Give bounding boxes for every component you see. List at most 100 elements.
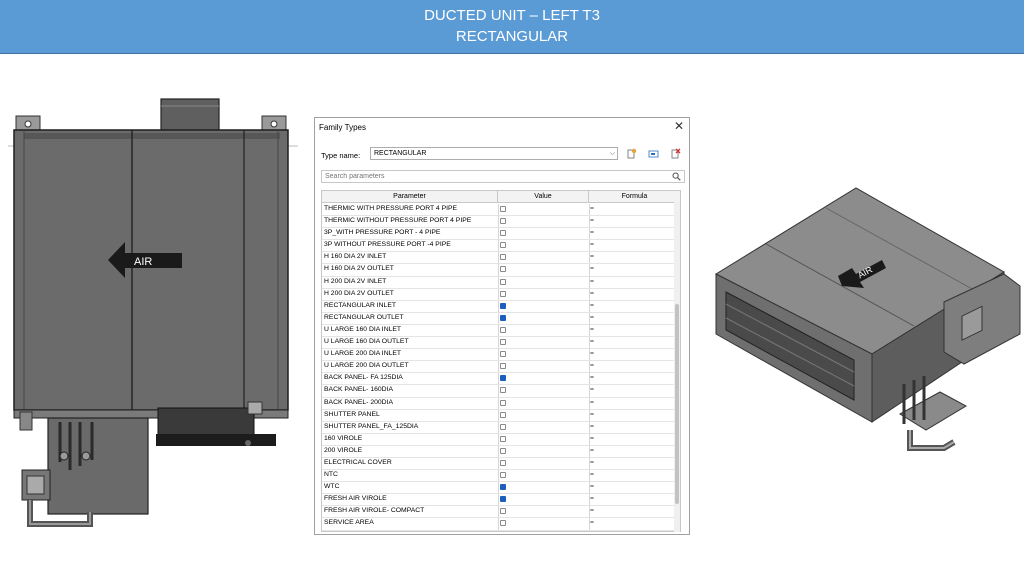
parameter-checkbox[interactable] xyxy=(500,411,506,418)
table-row[interactable]: ELECTRICAL COVER = xyxy=(322,458,674,471)
parameter-checkbox[interactable] xyxy=(500,447,506,454)
parameter-checkbox[interactable] xyxy=(500,472,506,479)
parameter-checkbox[interactable] xyxy=(500,363,506,370)
table-row[interactable]: FRESH AIR VIROLE- COMPACT = xyxy=(322,506,674,519)
parameter-checkbox[interactable] xyxy=(500,230,506,237)
formula-cell[interactable]: = xyxy=(590,411,594,418)
formula-cell[interactable]: = xyxy=(590,507,594,514)
column-header-formula[interactable]: Formula xyxy=(589,191,680,203)
formula-cell[interactable]: = xyxy=(590,241,594,248)
table-row[interactable]: NTC = xyxy=(322,470,674,483)
formula-cell[interactable]: = xyxy=(590,205,594,212)
formula-cell[interactable]: = xyxy=(590,253,594,260)
parameter-checkbox[interactable] xyxy=(500,302,506,309)
chevron-down-icon[interactable]: ⌵ xyxy=(610,148,615,159)
parameter-checkbox[interactable] xyxy=(500,290,506,297)
formula-cell[interactable]: = xyxy=(590,459,594,466)
new-type-icon[interactable] xyxy=(626,148,637,159)
table-row[interactable]: BACK PANEL- 200DIA = xyxy=(322,398,674,410)
parameter-checkbox[interactable] xyxy=(500,278,506,285)
parameter-checkbox[interactable] xyxy=(500,375,506,382)
search-icon[interactable] xyxy=(672,172,681,181)
table-row[interactable]: SERVICE AREA = xyxy=(322,518,674,531)
table-row[interactable]: SHUTTER PANEL = xyxy=(322,410,674,422)
table-row[interactable]: BACK PANEL- FA 125DIA = xyxy=(322,373,674,386)
parameter-name: SHUTTER PANEL xyxy=(324,410,380,418)
formula-cell[interactable]: = xyxy=(590,423,594,430)
parameter-checkbox[interactable] xyxy=(500,520,506,527)
formula-cell[interactable]: = xyxy=(590,290,594,297)
table-row[interactable]: H 200 DIA 2V INLET = xyxy=(322,277,674,289)
parameter-checkbox[interactable] xyxy=(500,484,506,491)
formula-cell[interactable]: = xyxy=(590,338,594,345)
close-icon[interactable]: ✕ xyxy=(673,120,685,133)
parameter-checkbox[interactable] xyxy=(500,218,506,225)
formula-cell[interactable]: = xyxy=(590,265,594,272)
search-input[interactable] xyxy=(323,171,663,182)
table-row[interactable]: BACK PANEL- 160DIA = xyxy=(322,385,674,398)
column-header-value[interactable]: Value xyxy=(498,191,589,203)
parameter-checkbox[interactable] xyxy=(500,266,506,273)
table-row[interactable]: THERMIC WITHOUT PRESSURE PORT 4 PIPE = xyxy=(322,216,674,229)
parameter-checkbox[interactable] xyxy=(500,339,506,346)
table-row[interactable]: H 160 DIA 2V INLET = xyxy=(322,252,674,265)
dialog-header: Family Types ✕ xyxy=(315,118,689,136)
table-row[interactable]: 200 VIROLE = xyxy=(322,446,674,458)
column-header-parameter[interactable]: Parameter xyxy=(322,191,498,203)
formula-cell[interactable]: = xyxy=(590,447,594,454)
type-name-select[interactable]: RECTANGULAR ⌵ xyxy=(370,147,618,160)
table-row[interactable]: THERMIC WITH PRESSURE PORT 4 PIPE = xyxy=(322,204,674,217)
table-row[interactable]: SHUTTER PANEL_FA_125DIA = xyxy=(322,422,674,434)
table-row[interactable]: H 160 DIA 2V OUTLET = xyxy=(322,264,674,277)
formula-cell[interactable]: = xyxy=(590,519,594,526)
parameter-checkbox[interactable] xyxy=(500,387,506,394)
parameter-name: BACK PANEL- FA 125DIA xyxy=(324,374,403,382)
table-row[interactable]: 3P WITHOUT PRESSURE PORT -4 PIPE = xyxy=(322,240,674,253)
delete-type-icon[interactable] xyxy=(670,148,681,159)
table-row[interactable]: 3P_WITH PRESSURE PORT - 4 PIPE = xyxy=(322,228,674,241)
parameter-checkbox[interactable] xyxy=(500,435,506,442)
parameter-checkbox[interactable] xyxy=(500,423,506,430)
table-row[interactable]: U LARGE 200 DIA INLET = xyxy=(322,349,674,362)
table-row[interactable]: FRESH AIR VIROLE = xyxy=(322,494,674,507)
parameter-checkbox[interactable] xyxy=(500,206,506,212)
table-row[interactable]: RECTANGULAR INLET = xyxy=(322,301,674,313)
table-scrollbar[interactable] xyxy=(674,202,680,532)
formula-cell[interactable]: = xyxy=(590,399,594,406)
table-row[interactable]: RECTANGULAR OUTLET = xyxy=(322,313,674,325)
table-row[interactable]: WTC = xyxy=(322,482,674,495)
formula-cell[interactable]: = xyxy=(590,229,594,236)
formula-cell[interactable]: = xyxy=(590,362,594,369)
formula-cell[interactable]: = xyxy=(590,314,594,321)
rename-type-icon[interactable] xyxy=(648,148,659,159)
formula-cell[interactable]: = xyxy=(590,386,594,393)
parameter-checkbox[interactable] xyxy=(500,254,506,261)
formula-cell[interactable]: = xyxy=(590,326,594,333)
table-row[interactable]: U LARGE 160 DIA INLET = xyxy=(322,325,674,338)
table-header: Parameter Value Formula xyxy=(322,191,680,203)
parameter-checkbox[interactable] xyxy=(500,508,506,515)
formula-cell[interactable]: = xyxy=(590,302,594,309)
table-row[interactable]: H 200 DIA 2V OUTLET = xyxy=(322,289,674,301)
formula-cell[interactable]: = xyxy=(590,350,594,357)
unit-plan-view: AIR xyxy=(8,98,298,527)
formula-cell[interactable]: = xyxy=(590,217,594,224)
table-row[interactable]: U LARGE 160 DIA OUTLET = xyxy=(322,337,674,350)
parameter-checkbox[interactable] xyxy=(500,351,506,358)
parameter-checkbox[interactable] xyxy=(500,314,506,321)
formula-cell[interactable]: = xyxy=(590,374,594,381)
parameter-checkbox[interactable] xyxy=(500,326,506,333)
formula-cell[interactable]: = xyxy=(590,471,594,478)
parameter-checkbox[interactable] xyxy=(500,496,506,503)
formula-cell[interactable]: = xyxy=(590,435,594,442)
parameter-name: ELECTRICAL COVER xyxy=(324,458,392,466)
formula-cell[interactable]: = xyxy=(590,278,594,285)
formula-cell[interactable]: = xyxy=(590,495,594,502)
parameter-checkbox[interactable] xyxy=(500,459,506,466)
formula-cell[interactable]: = xyxy=(590,483,594,490)
scroll-thumb[interactable] xyxy=(675,304,679,504)
table-row[interactable]: 160 VIROLE = xyxy=(322,434,674,446)
table-row[interactable]: U LARGE 200 DIA OUTLET = xyxy=(322,361,674,374)
parameter-checkbox[interactable] xyxy=(500,399,506,406)
parameter-checkbox[interactable] xyxy=(500,242,506,249)
